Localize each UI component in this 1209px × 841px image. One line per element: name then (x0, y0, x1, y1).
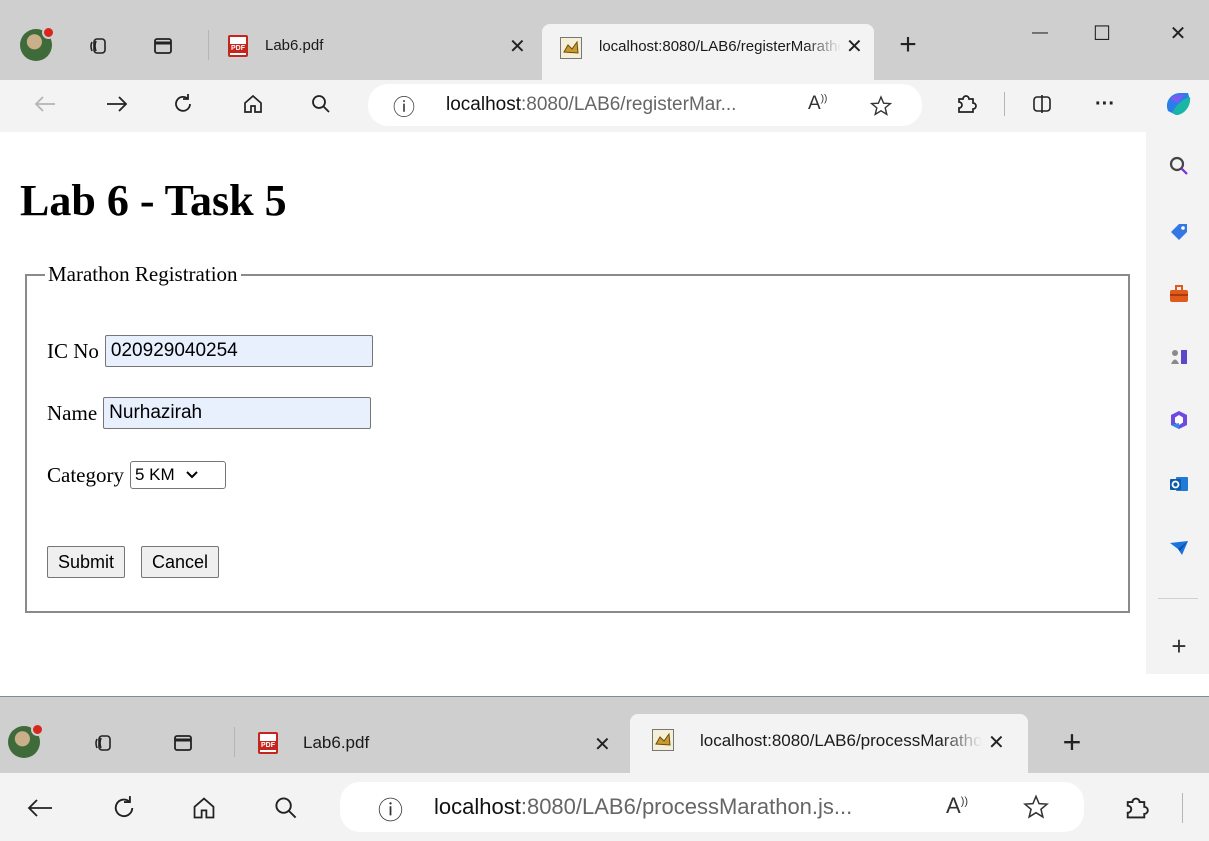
tag-icon[interactable] (1165, 218, 1193, 246)
registration-fieldset: Marathon Registration IC No 020929040254… (25, 262, 1130, 613)
submit-button[interactable]: Submit (47, 546, 126, 578)
pdf-file-icon: PDF (258, 732, 278, 754)
tab-actions-icon[interactable] (170, 730, 196, 756)
screenshot-gap (0, 674, 1209, 696)
new-tab-button[interactable]: + (1056, 724, 1088, 760)
read-aloud-icon[interactable]: A)) (808, 93, 827, 115)
close-tab-icon[interactable]: ✕ (509, 37, 526, 57)
name-field[interactable]: Nurhazirah (103, 397, 372, 429)
notification-dot (42, 26, 55, 39)
tab-title: Lab6.pdf (265, 37, 324, 54)
tab-register-marathon[interactable]: localhost:8080/LAB6/registerMarathon.jsp… (542, 24, 874, 80)
add-sidebar-app-button[interactable]: + (1165, 631, 1193, 661)
category-row: Category 5 KM (47, 461, 226, 489)
ic-label: IC No (47, 338, 99, 363)
home-icon[interactable] (238, 89, 268, 119)
fieldset-legend: Marathon Registration (48, 262, 238, 286)
extensions-icon[interactable] (1118, 790, 1154, 826)
ic-field[interactable]: 020929040254 (104, 335, 373, 367)
url-text: localhost:8080/LAB6/processMarathon.js..… (434, 794, 934, 820)
minimize-button[interactable]: — (1020, 18, 1060, 48)
address-bar[interactable]: ⓘ localhost:8080/LAB6/registerMar... A)) (368, 84, 922, 126)
chevron-down-icon (185, 471, 198, 479)
extensions-icon[interactable] (951, 89, 981, 119)
workspaces-icon[interactable] (85, 33, 111, 59)
toolbox-icon[interactable] (1165, 280, 1193, 308)
read-aloud-icon[interactable]: A)) (946, 793, 968, 819)
url-host: localhost (434, 794, 521, 819)
office-icon[interactable] (1165, 406, 1193, 434)
tab-separator (234, 727, 235, 757)
star-icon[interactable] (1022, 793, 1050, 821)
new-tab-button[interactable]: + (893, 28, 923, 62)
more-menu-button[interactable]: ··· (1090, 89, 1120, 119)
cancel-button[interactable]: Cancel (141, 546, 220, 578)
url-path: :8080/LAB6/registerMar... (521, 94, 737, 115)
home-icon[interactable] (186, 790, 222, 826)
page-title: Lab 6 - Task 5 (20, 176, 287, 225)
toolbar-separator (1004, 92, 1005, 116)
category-value: 5 KM (134, 465, 175, 484)
tab-process-marathon[interactable]: localhost:8080/LAB6/processMarathon.jsp … (630, 714, 1028, 773)
refresh-icon[interactable] (168, 89, 198, 119)
drop-send-icon[interactable] (1165, 534, 1193, 562)
tab-title: Lab6.pdf (303, 733, 370, 752)
workspaces-icon[interactable] (90, 730, 116, 756)
notification-dot (31, 723, 44, 736)
close-tab-icon[interactable]: ✕ (988, 733, 1005, 753)
outlook-icon[interactable] (1165, 470, 1193, 498)
address-bar[interactable]: ⓘ localhost:8080/LAB6/processMarathon.js… (340, 782, 1084, 832)
tab-actions-icon[interactable] (150, 33, 176, 59)
tomcat-favicon (652, 729, 674, 751)
edge-sidebar: + (1146, 132, 1209, 674)
refresh-icon[interactable] (106, 790, 142, 826)
games-icon[interactable] (1165, 342, 1193, 370)
site-info-icon[interactable]: ⓘ (378, 791, 403, 827)
tab-title: localhost:8080/LAB6/registerMarathon.jsp (599, 38, 841, 55)
back-arrow-icon[interactable] (30, 89, 60, 119)
close-window-button[interactable]: ✕ (1158, 18, 1198, 48)
category-label: Category (47, 462, 124, 487)
search-icon[interactable] (306, 89, 336, 119)
pdf-file-icon: PDF (228, 35, 248, 57)
name-label: Name (47, 400, 98, 425)
name-value: Nurhazirah (109, 402, 203, 423)
split-screen-icon[interactable] (1027, 89, 1057, 119)
star-icon[interactable] (868, 93, 894, 119)
search-icon[interactable] (1165, 152, 1193, 180)
category-select[interactable]: 5 KM (129, 461, 226, 489)
page-viewport: Lab 6 - Task 5 Marathon Registration IC … (8, 132, 1144, 674)
close-tab-icon[interactable]: ✕ (846, 37, 863, 57)
name-row: Name Nurhazirah (47, 397, 372, 429)
ic-row: IC No 020929040254 (47, 335, 373, 367)
url-host: localhost (446, 94, 521, 115)
tab-separator (208, 30, 209, 60)
url-path: :8080/LAB6/processMarathon.js... (520, 794, 853, 819)
back-arrow-icon[interactable] (22, 790, 58, 826)
toolbar-separator (1182, 793, 1183, 823)
ic-value: 020929040254 (110, 340, 238, 361)
tomcat-favicon (560, 37, 582, 59)
close-tab-icon[interactable]: ✕ (594, 735, 611, 755)
copilot-icon[interactable] (1160, 86, 1196, 122)
tab-title: localhost:8080/LAB6/processMarathon.jsp (700, 731, 982, 750)
url-text: localhost:8080/LAB6/registerMar... (446, 94, 776, 116)
sidebar-divider (1158, 598, 1198, 599)
search-icon[interactable] (268, 790, 304, 826)
site-info-icon[interactable]: ⓘ (393, 90, 415, 122)
forward-arrow-icon[interactable] (102, 89, 132, 119)
maximize-button[interactable]: ☐ (1082, 18, 1122, 48)
